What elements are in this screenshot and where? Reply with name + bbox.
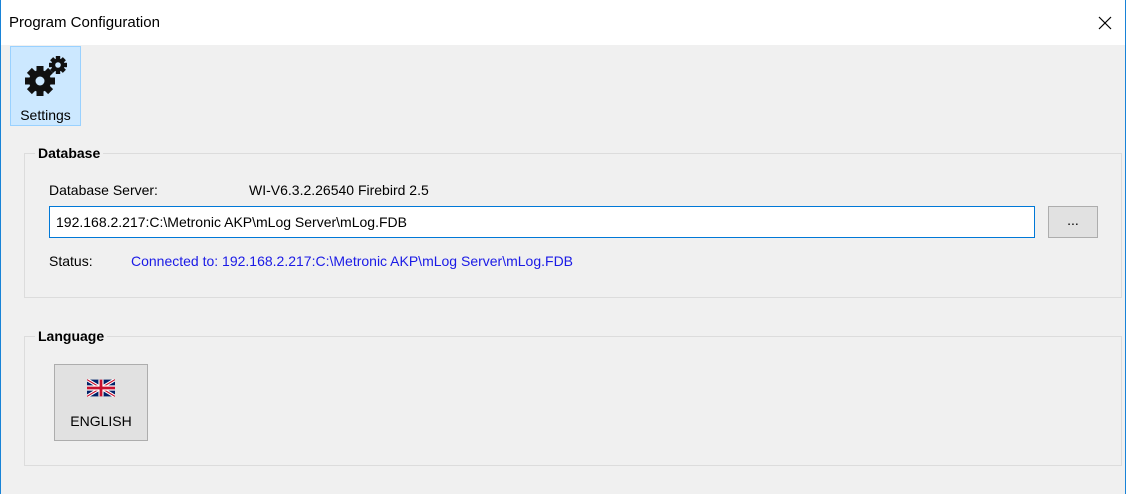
window-title: Program Configuration	[9, 14, 160, 31]
database-path-input[interactable]	[49, 206, 1035, 238]
program-configuration-window: Program Configuration Settings Database …	[0, 0, 1126, 494]
language-group-title: Language	[35, 328, 108, 344]
language-english-button[interactable]: ENGLISH	[54, 364, 148, 441]
database-group-title: Database	[35, 145, 104, 161]
database-server-value: WI-V6.3.2.26540 Firebird 2.5	[249, 182, 429, 198]
database-group: Database Database Server: WI-V6.3.2.2654…	[24, 145, 1122, 298]
uk-flag-icon	[87, 379, 115, 397]
client-area: Settings Database Database Server: WI-V6…	[1, 45, 1125, 494]
status-value: Connected to: 192.168.2.217:C:\Metronic …	[131, 253, 574, 269]
close-button[interactable]	[1085, 0, 1125, 45]
close-icon	[1098, 16, 1112, 29]
gears-icon	[25, 56, 67, 96]
settings-label: Settings	[20, 107, 71, 123]
database-server-label: Database Server:	[49, 182, 158, 198]
browse-button[interactable]: ...	[1048, 206, 1098, 238]
language-label: ENGLISH	[70, 413, 132, 429]
language-group: Language ENGLISH	[24, 328, 1122, 466]
settings-tool-button[interactable]: Settings	[10, 46, 81, 126]
status-label: Status:	[49, 253, 93, 269]
title-bar[interactable]: Program Configuration	[1, 0, 1125, 45]
